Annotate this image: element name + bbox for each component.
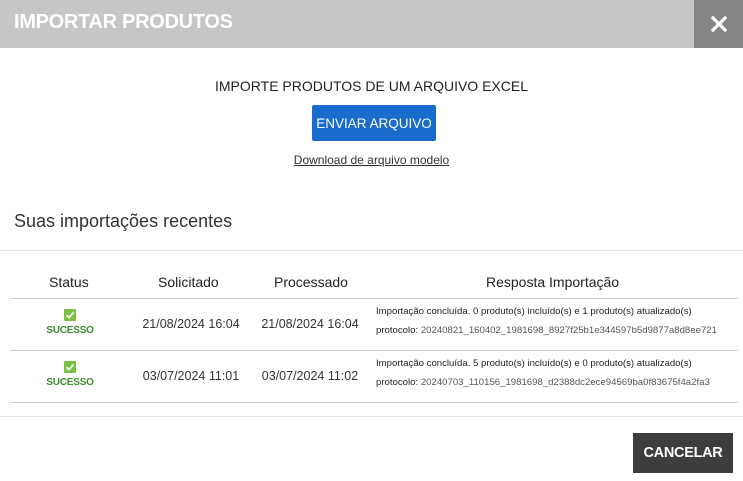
status-cell: SUCESSO <box>10 299 130 350</box>
check-icon <box>64 309 76 321</box>
import-protocol: protocolo: 20240703_110156_1981698_d2388… <box>376 377 710 388</box>
status-badge: SUCESSO <box>46 325 94 336</box>
modal-header: IMPORTAR PRODUTOS <box>0 0 743 48</box>
import-response: Importação concluída. 5 produto(s) inclu… <box>376 358 692 369</box>
section-divider <box>0 250 743 251</box>
protocol-label: protocolo: <box>376 325 419 336</box>
upload-file-button[interactable]: ENVIAR ARQUIVO <box>312 105 436 141</box>
check-icon <box>64 361 76 373</box>
imports-table: Status Solicitado Processado Resposta Im… <box>10 264 738 403</box>
column-header-requested: Solicitado <box>158 274 219 290</box>
template-download-link-wrapper: Download de arquivo modelo <box>0 153 743 167</box>
protocol-value: 20240821_160402_1981698_8927f25b1e344597… <box>420 325 717 336</box>
requested-date: 03/07/2024 11:01 <box>142 369 240 383</box>
import-heading: IMPORTE PRODUTOS DE UM ARQUIVO EXCEL <box>215 78 528 94</box>
column-header-response: Resposta Importação <box>486 274 620 290</box>
table-header: Status Solicitado Processado Resposta Im… <box>10 264 738 299</box>
table-row: SUCESSO 03/07/2024 11:01 03/07/2024 11:0… <box>10 351 738 403</box>
import-protocol: protocolo: 20240821_160402_1981698_8927f… <box>376 325 717 336</box>
close-icon <box>710 16 727 32</box>
close-button[interactable] <box>694 0 743 48</box>
processed-date: 21/08/2024 16:04 <box>261 317 359 331</box>
cancel-button[interactable]: CANCELAR <box>633 433 733 473</box>
import-response: Importação concluída. 0 produto(s) inclu… <box>376 306 692 317</box>
processed-date: 03/07/2024 11:02 <box>261 369 359 383</box>
template-download-link[interactable]: Download de arquivo modelo <box>294 153 449 167</box>
table-row: SUCESSO 21/08/2024 16:04 21/08/2024 16:0… <box>10 299 738 351</box>
status-badge: SUCESSO <box>46 377 94 388</box>
status-cell: SUCESSO <box>10 351 130 402</box>
recent-imports-title: Suas importações recentes <box>14 211 233 231</box>
footer-divider <box>0 416 743 417</box>
requested-date: 21/08/2024 16:04 <box>142 317 240 331</box>
protocol-value: 20240703_110156_1981698_d2388dc2ece94569… <box>420 377 710 388</box>
protocol-label: protocolo: <box>376 377 419 388</box>
column-header-status: Status <box>49 274 89 290</box>
modal-title: IMPORTAR PRODUTOS <box>14 11 233 33</box>
column-header-processed: Processado <box>274 274 348 290</box>
